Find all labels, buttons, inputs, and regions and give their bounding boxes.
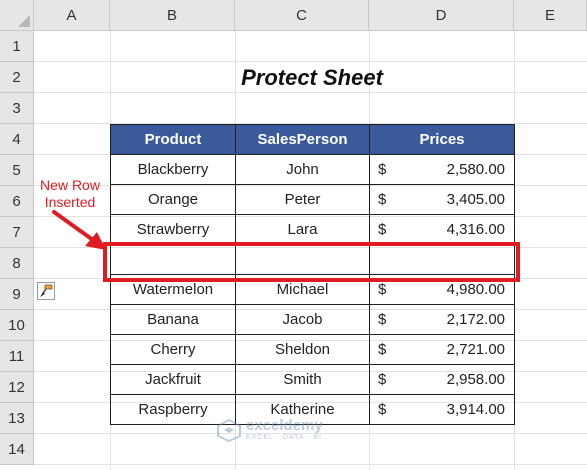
price-value: 4,316.00 [446,221,505,238]
row-header-4[interactable]: 4 [0,124,34,155]
currency-symbol: $ [378,341,387,358]
price-value: 2,580.00 [446,161,505,178]
salesperson-cell[interactable]: John [235,154,370,185]
row-header-12[interactable]: 12 [0,372,34,403]
table-row: Strawberry Lara $4,316.00 [110,214,515,245]
salesperson-cell[interactable]: Lara [235,214,370,245]
row-header-13[interactable]: 13 [0,403,34,434]
product-cell[interactable]: Orange [110,184,236,215]
exceldemy-logo-icon [217,418,241,442]
price-value: 2,721.00 [446,341,505,358]
currency-symbol: $ [378,371,387,388]
header-prices[interactable]: Prices [369,124,515,155]
price-value: 2,958.00 [446,371,505,388]
price-value: 3,405.00 [446,191,505,208]
insert-options-button[interactable] [37,282,55,300]
select-all-triangle-icon [18,15,30,27]
table-row: Blackberry John $2,580.00 [110,154,515,185]
column-header-d[interactable]: D [369,0,514,31]
currency-symbol: $ [378,311,387,328]
salesperson-cell[interactable]: Smith [235,364,370,395]
row-header-1[interactable]: 1 [0,31,34,62]
product-cell[interactable]: Jackfruit [110,364,236,395]
price-value: 2,172.00 [446,311,505,328]
row-header-6[interactable]: 6 [0,186,34,217]
column-header-e[interactable]: E [514,0,587,31]
row-header-3[interactable]: 3 [0,93,34,124]
price-cell[interactable]: $3,914.00 [369,394,515,425]
currency-symbol: $ [378,401,387,418]
annotation-arrow-icon [52,210,106,250]
inserted-row-highlight [103,242,520,282]
price-cell[interactable]: $2,580.00 [369,154,515,185]
product-cell[interactable]: Banana [110,304,236,335]
row-header-5[interactable]: 5 [0,155,34,186]
row-header-14[interactable]: 14 [0,434,34,465]
watermark-tagline: EXCEL · DATA · BI [246,434,322,441]
annotation-line-1: New Row [40,177,100,193]
salesperson-cell[interactable]: Peter [235,184,370,215]
new-row-annotation: New Row Inserted [34,177,106,211]
table-row: Jackfruit Smith $2,958.00 [110,364,515,395]
table-row: Cherry Sheldon $2,721.00 [110,334,515,365]
currency-symbol: $ [378,221,387,238]
column-header-b[interactable]: B [110,0,235,31]
price-cell[interactable]: $2,172.00 [369,304,515,335]
product-cell[interactable]: Cherry [110,334,236,365]
price-cell[interactable]: $2,721.00 [369,334,515,365]
header-salesperson[interactable]: SalesPerson [235,124,370,155]
product-cell[interactable]: Blackberry [110,154,236,185]
currency-symbol: $ [378,191,387,208]
row-header-10[interactable]: 10 [0,310,34,341]
price-cell[interactable]: $4,316.00 [369,214,515,245]
column-header-a[interactable]: A [34,0,110,31]
row-header-7[interactable]: 7 [0,217,34,248]
watermark-name: exceldemy [246,417,323,434]
salesperson-cell[interactable]: Jacob [235,304,370,335]
select-all-button[interactable] [0,0,34,31]
product-cell[interactable]: Strawberry [110,214,236,245]
price-value: 4,980.00 [446,281,505,298]
header-product[interactable]: Product [110,124,236,155]
row-header-8[interactable]: 8 [0,248,34,279]
exceldemy-watermark: exceldemy EXCEL · DATA · BI [216,418,323,442]
table-row: Orange Peter $3,405.00 [110,184,515,215]
sheet-title[interactable]: Protect Sheet [110,62,514,93]
salesperson-cell[interactable]: Sheldon [235,334,370,365]
row-header-9[interactable]: 9 [0,279,34,310]
price-cell[interactable]: $3,405.00 [369,184,515,215]
column-header-c[interactable]: C [235,0,369,31]
price-value: 3,914.00 [446,401,505,418]
table-row: Banana Jacob $2,172.00 [110,304,515,335]
paintbrush-icon [40,284,53,297]
table-header-row: Product SalesPerson Prices [110,124,515,155]
row-header-2[interactable]: 2 [0,62,34,93]
row-header-11[interactable]: 11 [0,341,34,372]
currency-symbol: $ [378,281,387,298]
price-cell[interactable]: $2,958.00 [369,364,515,395]
currency-symbol: $ [378,161,387,178]
